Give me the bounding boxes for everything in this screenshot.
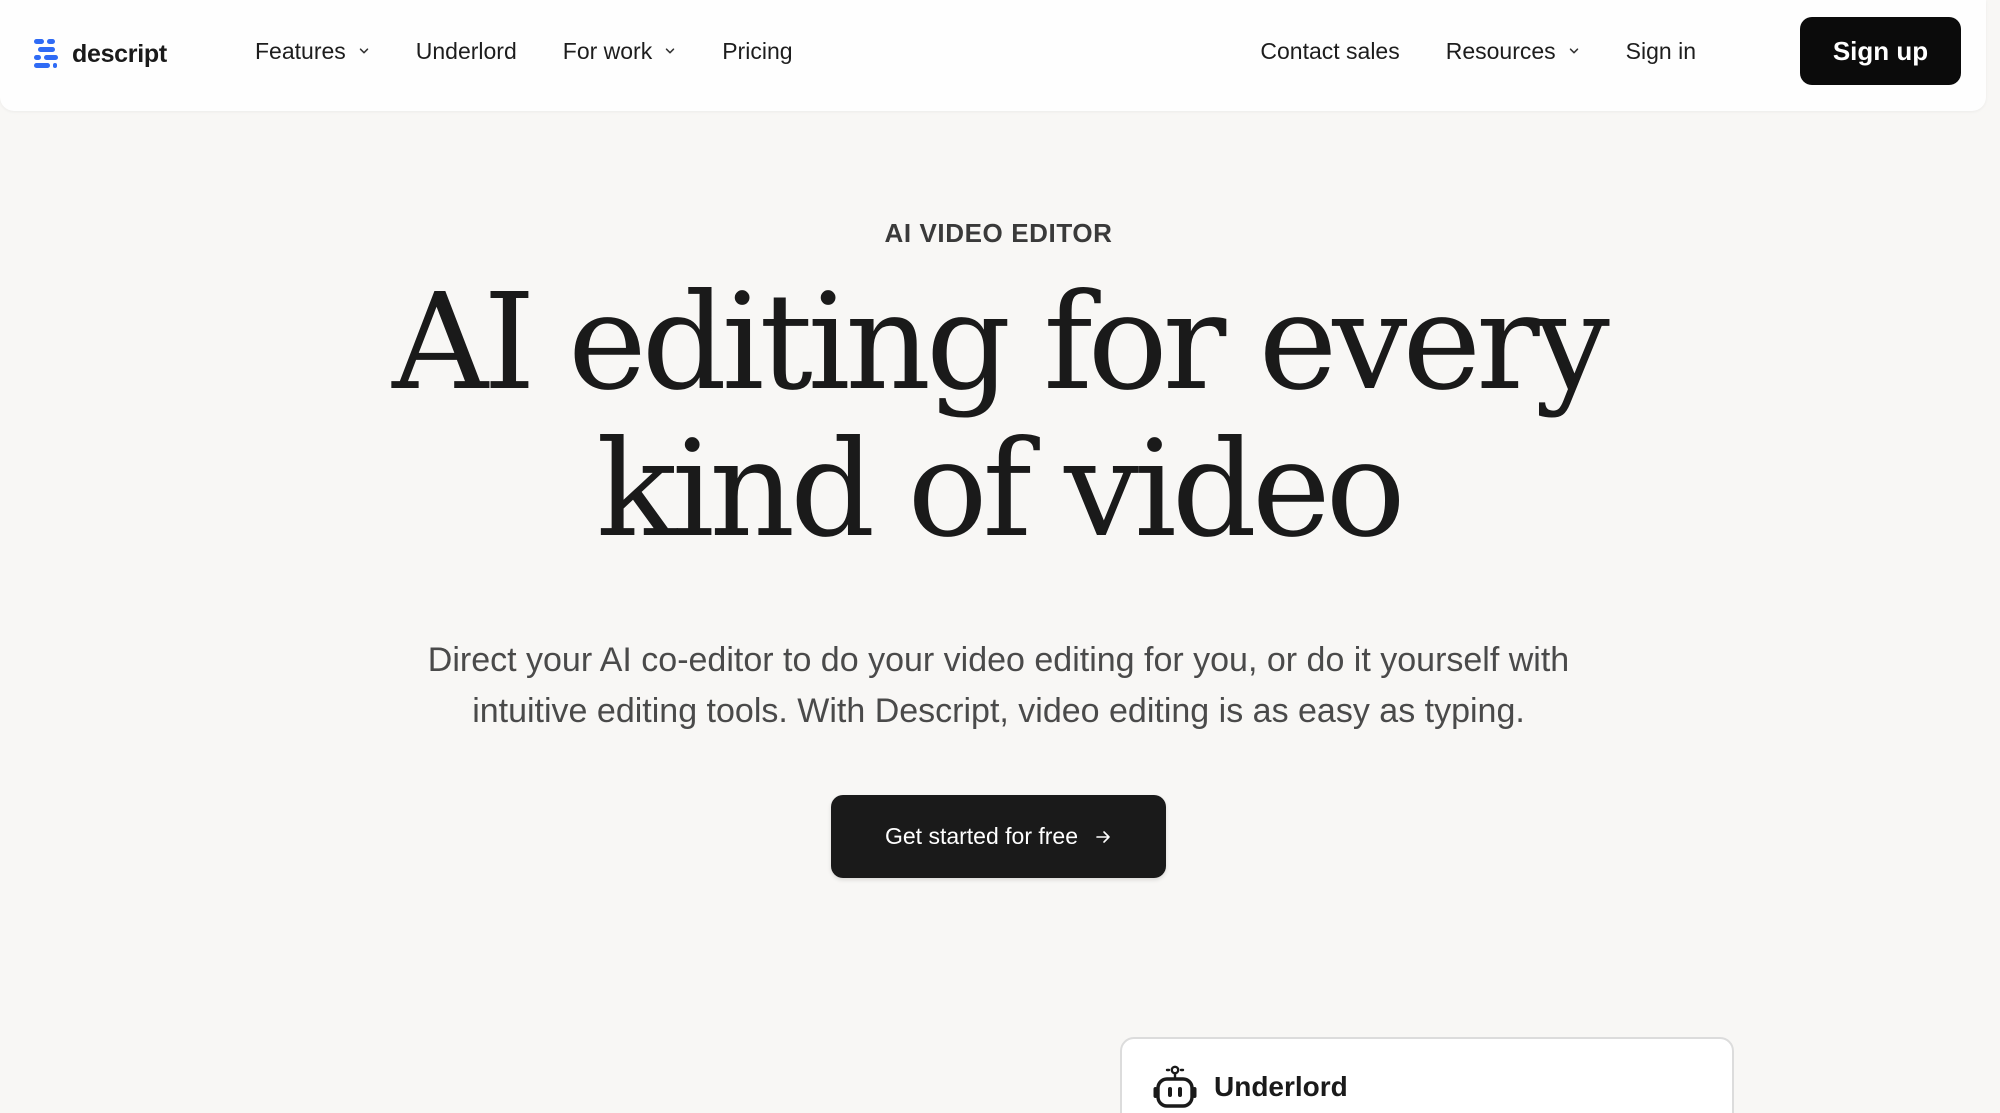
nav-item-label: Sign in bbox=[1625, 37, 1696, 64]
nav-item-resources[interactable]: Resources bbox=[1446, 38, 1580, 65]
nav-item-label: Pricing bbox=[722, 37, 793, 64]
nav-item-features[interactable]: Features bbox=[255, 38, 370, 65]
nav-item-label: For work bbox=[562, 37, 653, 64]
nav-item-contact-sales[interactable]: Contact sales bbox=[1260, 38, 1399, 65]
underlord-card: Underlord bbox=[1120, 1037, 1734, 1113]
page: descript Features Underlord For work Pri… bbox=[0, 0, 2000, 1113]
brand-logo-link[interactable]: descript bbox=[34, 36, 167, 72]
top-navigation: descript Features Underlord For work Pri… bbox=[0, 0, 1986, 111]
nav-item-sign-in[interactable]: Sign in bbox=[1626, 38, 1696, 65]
hero-headline-line: AI editing for every bbox=[392, 266, 1610, 420]
nav-item-label: Resources bbox=[1445, 37, 1556, 64]
underlord-card-header: Underlord bbox=[1152, 1065, 1348, 1109]
hero-subtext-line: intuitive editing tools. With Descript, … bbox=[472, 692, 1525, 730]
hero-subtext-line: Direct your AI co-editor to do your vide… bbox=[427, 641, 1570, 679]
chevron-down-icon bbox=[1569, 48, 1578, 54]
nav-item-label: Underlord bbox=[415, 37, 517, 64]
get-started-label: Get started for free bbox=[884, 823, 1079, 849]
nav-item-pricing[interactable]: Pricing bbox=[722, 38, 792, 65]
sign-up-button[interactable]: Sign up bbox=[1800, 17, 1961, 85]
chevron-down-icon bbox=[359, 48, 369, 54]
hero-headline-line: kind of video bbox=[596, 413, 1405, 567]
descript-logo-icon bbox=[34, 39, 58, 68]
chevron-down-icon bbox=[665, 48, 675, 54]
nav-item-label: Features bbox=[255, 37, 346, 64]
primary-nav: Features Underlord For work Pricing bbox=[255, 0, 839, 102]
underlord-card-title: Underlord bbox=[1214, 1071, 1348, 1102]
brand-name: descript bbox=[72, 39, 167, 68]
secondary-nav: Contact sales Resources Sign in bbox=[1214, 0, 1696, 102]
arrow-right-icon bbox=[1096, 830, 1110, 843]
nav-item-for-work[interactable]: For work bbox=[563, 38, 676, 65]
get-started-button[interactable]: Get started for free bbox=[831, 795, 1166, 878]
nav-item-underlord[interactable]: Underlord bbox=[416, 38, 517, 65]
hero-eyebrow: AI VIDEO EDITOR bbox=[884, 218, 1113, 248]
nav-item-label: Contact sales bbox=[1260, 37, 1400, 64]
hero-headline: AI editing for every kind of video bbox=[0, 270, 1997, 564]
robot-icon bbox=[1153, 1065, 1197, 1108]
hero-subtext: Direct your AI co-editor to do your vide… bbox=[0, 635, 1997, 737]
